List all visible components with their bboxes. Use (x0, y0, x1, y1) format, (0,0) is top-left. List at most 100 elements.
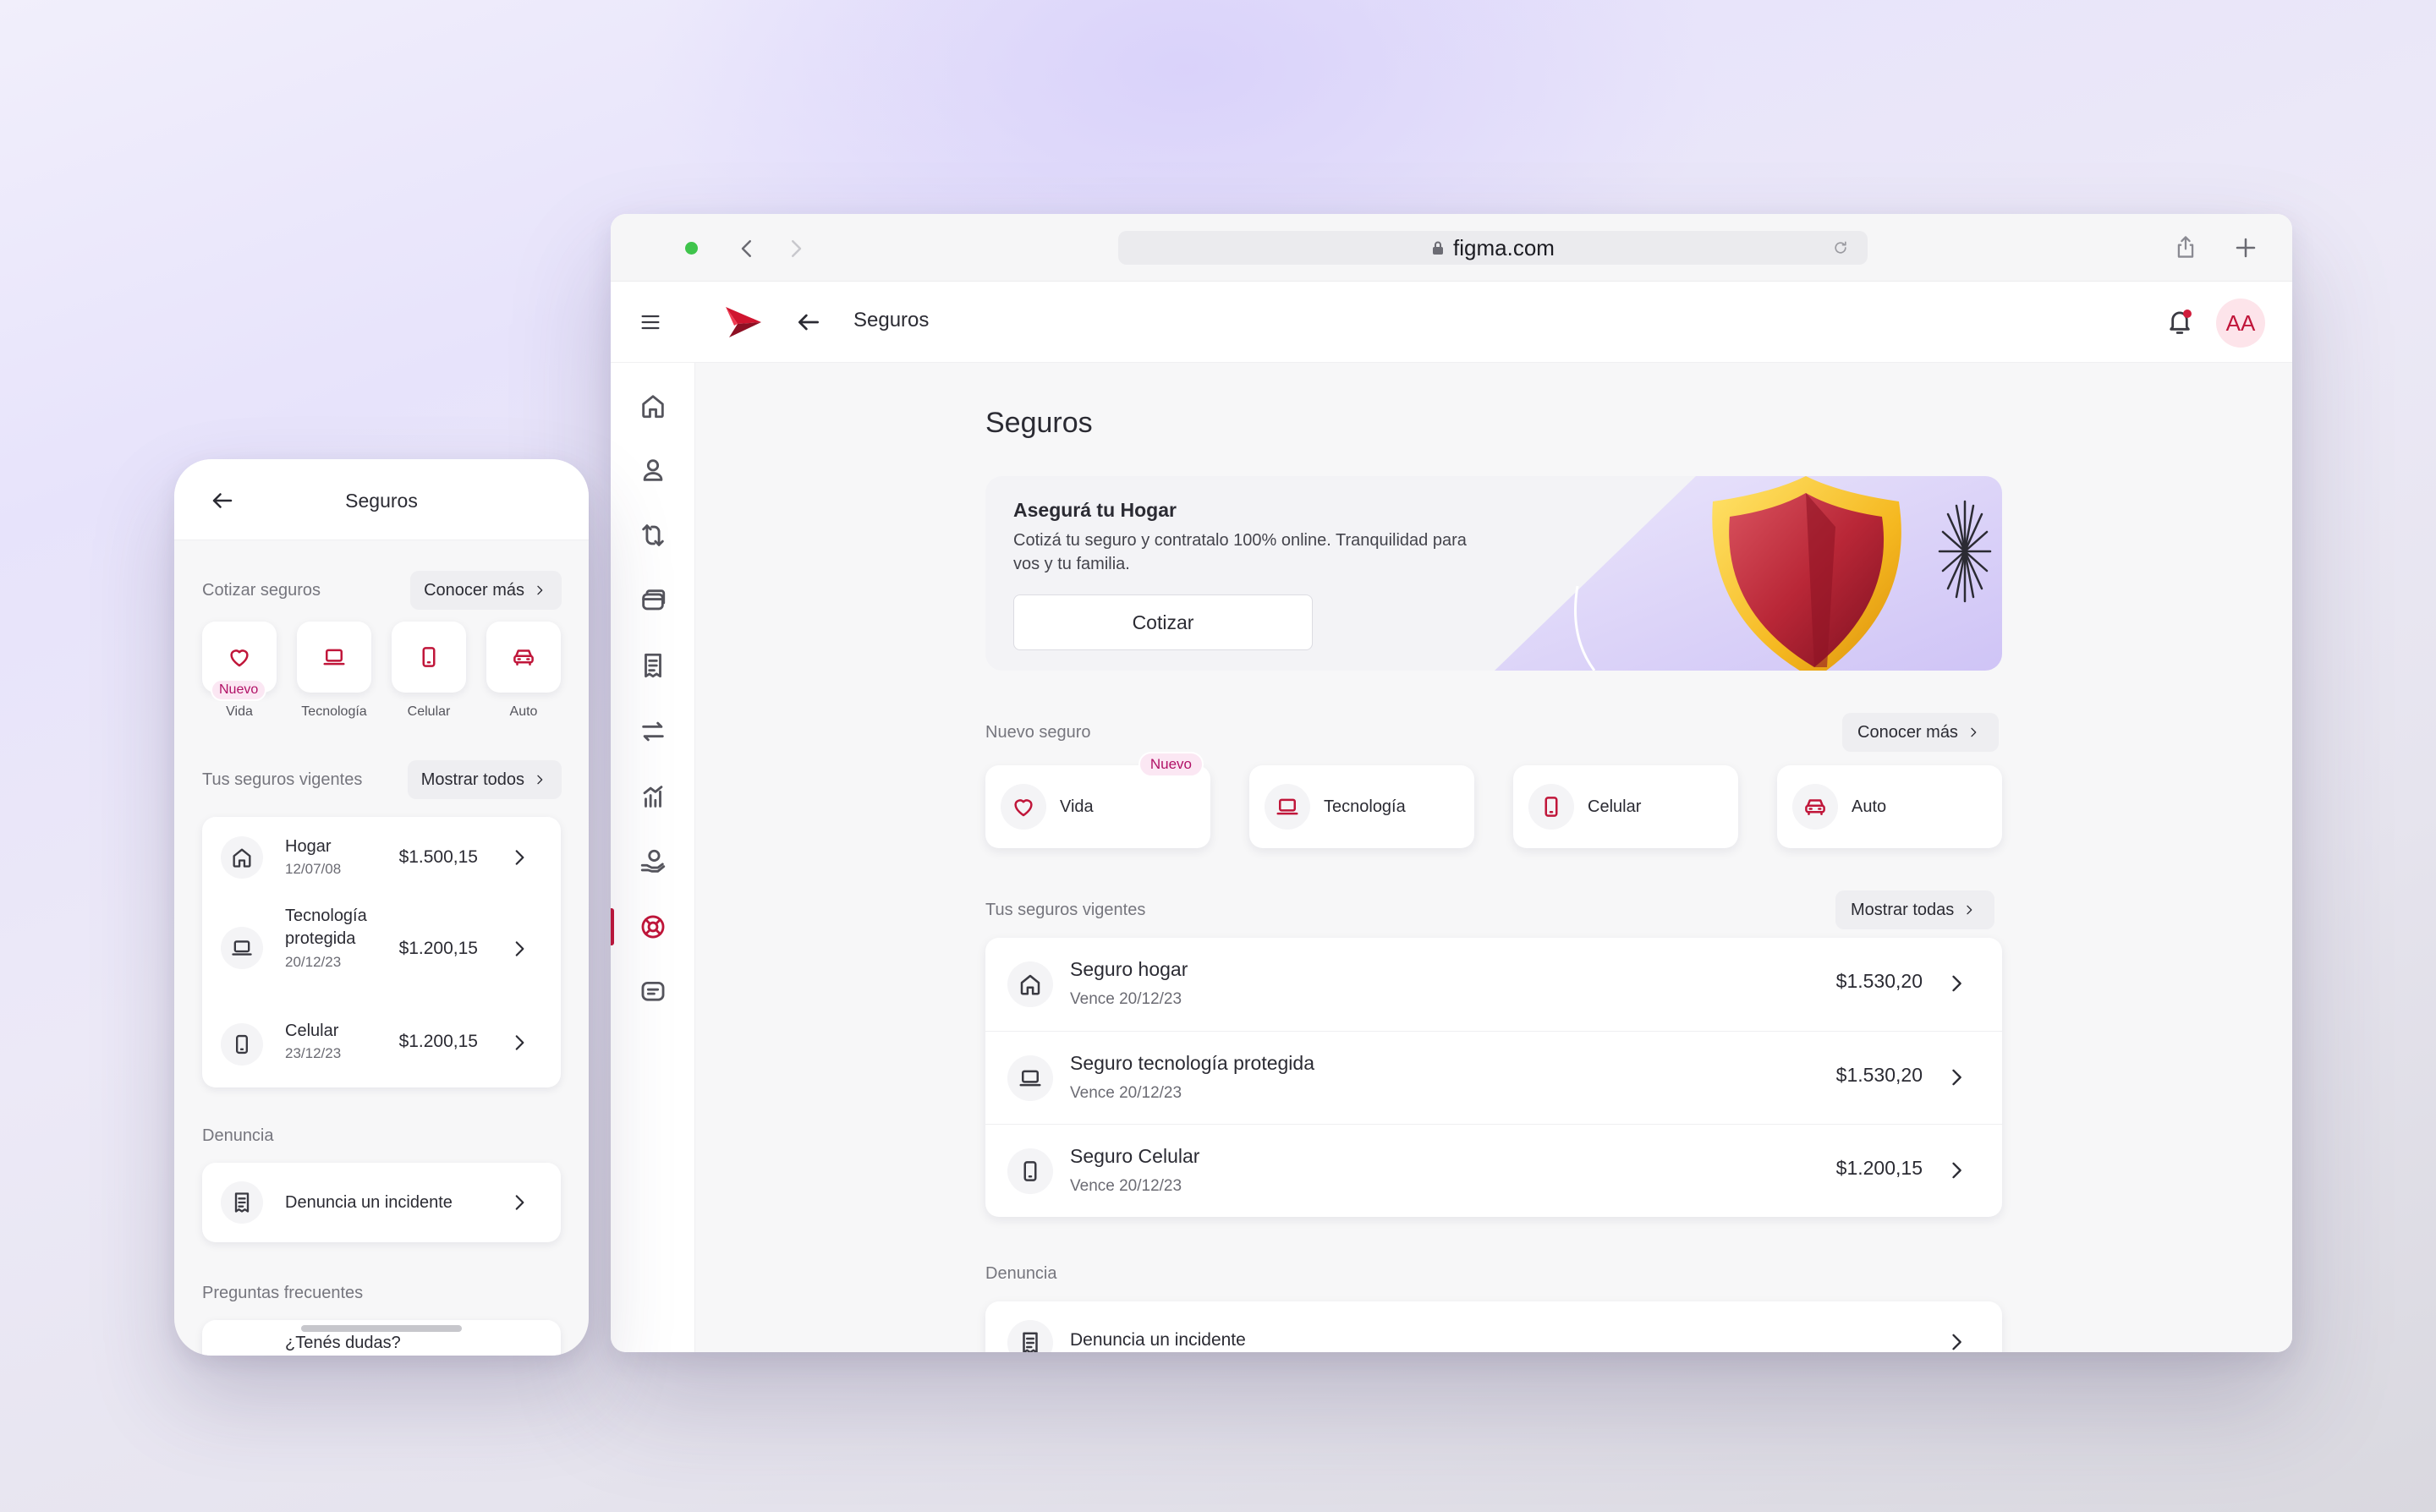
faq-question: ¿Tenés dudas? (285, 1334, 401, 1352)
insurance-row-hogar[interactable]: Seguro hogar Vence 20/12/23 $1.530,20 (985, 938, 2002, 1031)
insurance-option-auto[interactable]: Auto (1777, 765, 2002, 848)
row-expiry: Vence 20/12/23 (1070, 990, 1182, 1008)
quote-tile-auto[interactable] (486, 622, 561, 693)
mostrar-todas-button[interactable]: Mostrar todas (1835, 890, 1995, 929)
row-amount: $1.200,15 (1835, 1157, 1923, 1179)
phone-icon (1018, 1159, 1043, 1184)
chevron-right-icon (1967, 726, 1980, 739)
new-badge: Nuevo (1138, 752, 1204, 777)
mostrar-todos-label: Mostrar todos (420, 770, 524, 789)
sidebar-item-insurance[interactable] (611, 901, 695, 952)
cards-icon (639, 586, 667, 615)
denuncia-incidente-row[interactable]: Denuncia un incidente (202, 1163, 561, 1242)
sidebar-item-messages[interactable] (611, 967, 695, 1017)
sidebar-item-transfers[interactable] (611, 510, 695, 561)
sidebar-item-loans[interactable] (611, 836, 695, 887)
sidebar-item-profile[interactable] (611, 445, 695, 496)
insurance-option-label: Auto (1852, 797, 1887, 816)
laptop-icon (230, 936, 254, 960)
section-label-vigentes: Tus seguros vigentes (202, 770, 363, 789)
insurance-row-tecnologia[interactable]: Tecnología protegida 20/12/23 $1.200,15 (202, 898, 561, 998)
heart-icon (227, 644, 252, 670)
back-arrow-icon[interactable] (795, 309, 822, 336)
sidebar-item-cards[interactable] (611, 575, 695, 626)
banner-description: Cotizá tu seguro y contratalo 100% onlin… (1013, 531, 1467, 573)
row-title: Seguro tecnología protegida (1070, 1052, 1314, 1074)
home-icon (230, 846, 254, 869)
banner-title: Asegurá tu Hogar (1013, 499, 1177, 521)
row-amount: $1.530,20 (1835, 970, 1923, 992)
row-title: Denuncia un incidente (285, 1193, 453, 1212)
row-amount: $1.200,15 (398, 1032, 478, 1051)
sidebar-item-home[interactable] (611, 381, 695, 431)
brand-logo-icon (726, 307, 761, 337)
section-label-denuncia: Denuncia (202, 1126, 274, 1145)
row-date: 12/07/08 (285, 861, 342, 877)
row-title: Hogar (285, 837, 332, 856)
insurance-option-vida[interactable]: Vida Nuevo (985, 752, 1210, 848)
side-navigation (611, 363, 695, 1352)
browser-back-icon[interactable] (734, 236, 760, 261)
denuncia-incidente-row[interactable]: Denuncia un incidente (985, 1301, 2002, 1352)
row-title: Denuncia un incidente (1070, 1330, 1246, 1350)
quote-tile-label: Tecnología (301, 704, 367, 719)
insurance-option-label: Celular (1588, 797, 1642, 816)
reload-icon[interactable] (1832, 239, 1849, 256)
browser-toolbar: figma.com (611, 214, 2292, 282)
receipt-icon (230, 1191, 254, 1214)
avatar[interactable]: AA (2216, 299, 2265, 348)
home-icon (639, 392, 667, 420)
address-bar[interactable]: figma.com (1118, 231, 1868, 265)
row-expiry: Vence 20/12/23 (1070, 1084, 1182, 1102)
section-label-cotizar: Cotizar seguros (202, 581, 321, 600)
new-tab-icon[interactable] (2233, 235, 2258, 260)
active-insurance-list: Seguro hogar Vence 20/12/23 $1.530,20 Se… (985, 938, 2002, 1217)
section-label-vigentes: Tus seguros vigentes (985, 901, 1146, 919)
conocer-mas-button[interactable]: Conocer más (410, 571, 562, 610)
sidebar-item-investments[interactable] (611, 771, 695, 822)
insurance-row-hogar[interactable]: Hogar 12/07/08 $1.500,15 (202, 817, 561, 898)
sidebar-item-exchange[interactable] (611, 706, 695, 757)
new-badge: Nuevo (211, 679, 267, 701)
lock-icon (1433, 241, 1444, 255)
row-amount: $1.530,20 (1835, 1064, 1923, 1086)
chevron-right-icon (1945, 1066, 1968, 1089)
row-title: Seguro Celular (1070, 1145, 1200, 1167)
home-indicator (301, 1325, 462, 1332)
insurance-option-celular[interactable]: Celular (1513, 765, 1738, 848)
phone-icon (230, 1033, 254, 1056)
insurance-option-tecnologia[interactable]: Tecnología (1249, 765, 1474, 848)
conocer-mas-label: Conocer más (1857, 722, 1958, 742)
quote-tile-label: Vida (226, 704, 253, 719)
row-title: Tecnología protegida (285, 907, 367, 948)
chevron-right-icon (533, 583, 546, 597)
row-date: 20/12/23 (285, 954, 342, 970)
laptop-icon (1018, 1066, 1043, 1091)
insurance-row-celular[interactable]: Seguro Celular Vence 20/12/23 $1.200,15 (985, 1124, 2002, 1217)
page-title: Seguros (985, 407, 1093, 439)
mobile-device: Seguros Cotizar seguros Conocer más Nuev… (174, 459, 589, 1356)
quote-tile-tecnologia[interactable] (297, 622, 371, 693)
browser-forward-icon[interactable] (783, 236, 809, 261)
section-label-faq: Preguntas frecuentes (202, 1284, 364, 1302)
insurance-row-celular[interactable]: Celular 23/12/23 $1.200,15 (202, 998, 561, 1087)
chart-icon (639, 782, 667, 811)
chevron-right-icon (1962, 903, 1976, 917)
conocer-mas-button[interactable]: Conocer más (1842, 713, 1999, 752)
user-icon (639, 456, 667, 485)
mostrar-todos-button[interactable]: Mostrar todos (407, 760, 562, 799)
insurance-option-label: Tecnología (1324, 797, 1406, 816)
quote-tile-celular[interactable] (392, 622, 466, 693)
insurance-row-tecnologia[interactable]: Seguro tecnología protegida Vence 20/12/… (985, 1031, 2002, 1124)
receipt-icon (639, 651, 667, 680)
cotizar-button[interactable]: Cotizar (1013, 594, 1313, 650)
address-bar-url: figma.com (1453, 234, 1555, 260)
window-traffic-light[interactable] (685, 242, 698, 255)
sidebar-item-receipts[interactable] (611, 640, 695, 691)
header-title: Seguros (853, 309, 930, 331)
phone-icon (416, 644, 442, 670)
share-icon[interactable] (2174, 234, 2197, 260)
section-label-nuevo-seguro: Nuevo seguro (985, 723, 1091, 742)
hamburger-menu-icon[interactable] (638, 310, 663, 334)
mobile-title: Seguros (345, 490, 418, 512)
